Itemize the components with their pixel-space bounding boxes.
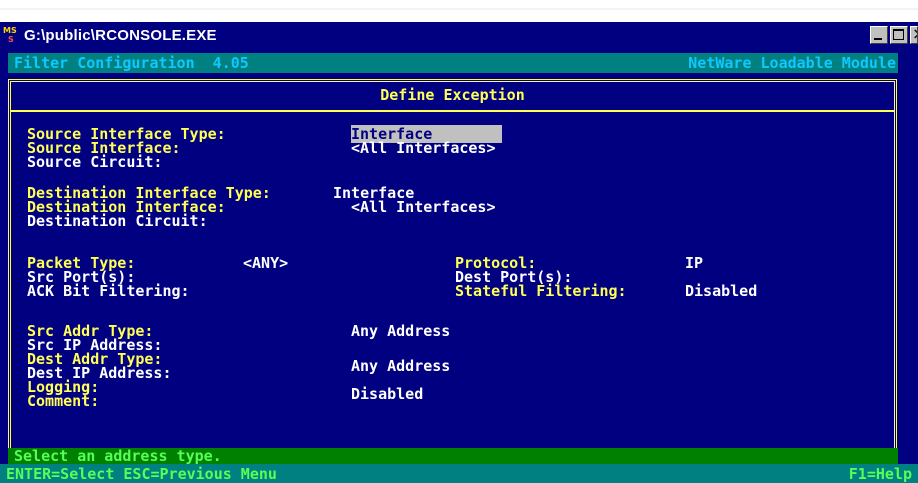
comment-label: Comment:	[27, 392, 100, 410]
key-help-left: ENTER=Select ESC=Previous Menu	[6, 465, 277, 483]
stateful-filtering-label: Stateful Filtering:	[455, 282, 627, 300]
protocol-value[interactable]: IP	[685, 256, 703, 271]
window-title: G:\public\RCONSOLE.EXE	[24, 27, 217, 44]
window-controls	[870, 26, 918, 46]
status-message: Select an address type.	[14, 447, 222, 465]
close-icon[interactable]	[910, 26, 918, 44]
dest-addr-type-value[interactable]: Any Address	[351, 359, 450, 374]
desktop-background	[0, 0, 918, 22]
logging-value[interactable]: Disabled	[351, 387, 423, 402]
dest-circuit-label: Destination Circuit:	[27, 212, 208, 230]
maximize-icon[interactable]	[890, 26, 908, 44]
module-name: Filter Configuration 4.05	[14, 54, 249, 72]
stateful-filtering-value[interactable]: Disabled	[685, 284, 757, 299]
window-titlebar[interactable]: MS S G:\public\RCONSOLE.EXE	[0, 22, 918, 50]
ack-bit-filtering-label: ACK Bit Filtering:	[27, 282, 190, 300]
ms-dos-icon: MS S	[3, 26, 17, 44]
minimize-icon[interactable]	[870, 26, 888, 44]
module-header: Filter Configuration 4.05 NetWare Loadab…	[8, 53, 898, 73]
src-addr-type-value[interactable]: Any Address	[351, 324, 450, 339]
dest-interface-value[interactable]: <All Interfaces>	[351, 200, 496, 215]
module-type: NetWare Loadable Module	[688, 54, 896, 72]
status-message-bar: Select an address type.	[8, 447, 898, 465]
source-interface-value[interactable]: <All Interfaces>	[351, 141, 496, 156]
source-circuit-label: Source Circuit:	[27, 153, 163, 171]
packet-type-value[interactable]: <ANY>	[243, 256, 288, 271]
console-screen: Filter Configuration 4.05 NetWare Loadab…	[0, 50, 918, 483]
define-exception-dialog: Define Exception Source Interface Type: …	[8, 79, 897, 454]
key-help-bar: ENTER=Select ESC=Previous Menu F1=Help	[0, 464, 918, 483]
dialog-title: Define Exception	[11, 82, 894, 112]
help-key[interactable]: F1=Help	[849, 465, 912, 483]
